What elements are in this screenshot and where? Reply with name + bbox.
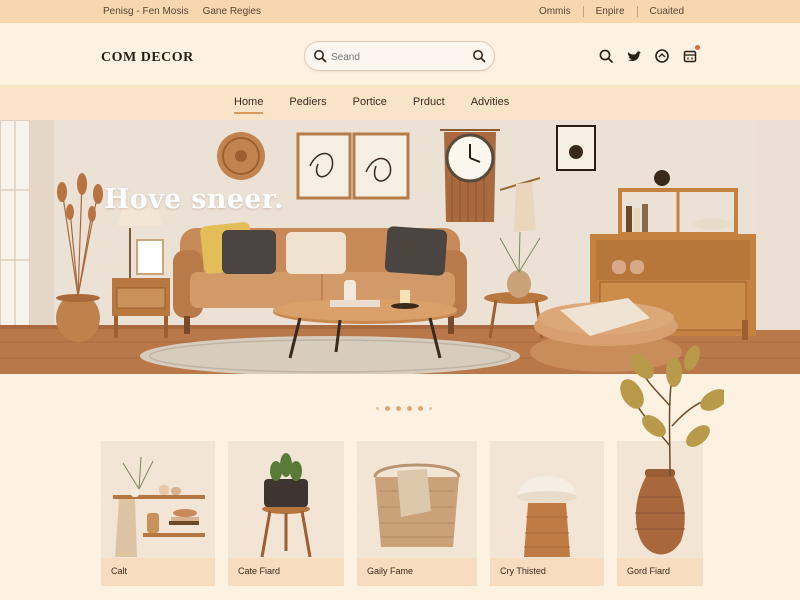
nav-item-prduct[interactable]: Prduct (413, 96, 445, 108)
topbar-link-cuaited[interactable]: Cuaited (636, 6, 696, 17)
topbar-link-ommis[interactable]: Ommis (527, 6, 583, 17)
header-icons (598, 45, 700, 64)
search-icon[interactable] (598, 48, 614, 64)
product-label[interactable]: Calt (101, 558, 215, 586)
topbar-link-1[interactable]: Penisg - Fen Mosis (103, 6, 189, 17)
nav-item-pediers[interactable]: Pediers (289, 96, 326, 108)
product-label[interactable]: Cate Fiard (228, 558, 344, 586)
carousel-dot[interactable] (376, 407, 379, 410)
carousel-dot[interactable] (396, 406, 401, 411)
product-card[interactable]: Gaily Fame (357, 441, 477, 586)
chat-icon[interactable] (654, 48, 670, 64)
search-bar[interactable] (304, 41, 495, 71)
carousel-dot[interactable] (429, 407, 432, 410)
product-label[interactable]: Gaily Fame (357, 558, 477, 586)
product-label[interactable]: Cry Thisted (490, 558, 604, 586)
shelf-illustration (113, 456, 205, 557)
product-card[interactable]: Calt (101, 441, 215, 586)
topbar-right-links: Ommis Enpire Cuaited (527, 6, 696, 17)
product-card[interactable]: Cate Fiard (228, 441, 344, 586)
logo[interactable]: COM DECOR (101, 50, 194, 66)
product-label[interactable]: Gord Fiard (617, 558, 703, 586)
nav-item-portice[interactable]: Portice (353, 96, 387, 108)
topbar-left-links: Penisg - Fen Mosis Gane Regies (103, 6, 261, 17)
carousel-dot[interactable] (385, 406, 390, 411)
basket-illustration (373, 463, 461, 547)
nav-item-home[interactable]: Home (234, 96, 264, 114)
carousel-dot[interactable] (418, 406, 423, 411)
main-nav: Home Pediers Portice Prduct Advities (0, 85, 800, 120)
cart-badge (695, 45, 700, 50)
carousel-dots (376, 406, 432, 411)
product-card[interactable]: Cry Thisted (490, 441, 604, 586)
hero-title: Hove sneer. (104, 184, 284, 215)
site-header: COM DECOR (0, 23, 800, 85)
carousel-dot[interactable] (407, 406, 412, 411)
bird-icon[interactable] (626, 48, 642, 64)
top-utility-bar: Penisg - Fen Mosis Gane Regies Ommis Enp… (0, 0, 800, 23)
search-input[interactable] (331, 48, 461, 66)
stool-plant-illustration (260, 453, 312, 558)
cart-icon[interactable] (682, 45, 700, 64)
product-grid: Calt Cate Fiard Gaily Fame Cry Thisted G… (101, 441, 703, 586)
search-icon (313, 49, 327, 68)
lamp-illustration (517, 476, 577, 557)
topbar-link-enpire[interactable]: Enpire (582, 6, 637, 17)
search-submit-icon[interactable] (472, 49, 486, 68)
nav-item-advities[interactable]: Advities (471, 96, 510, 108)
plant-leaves-decoration (620, 345, 724, 476)
topbar-link-2[interactable]: Gane Regies (203, 6, 261, 17)
